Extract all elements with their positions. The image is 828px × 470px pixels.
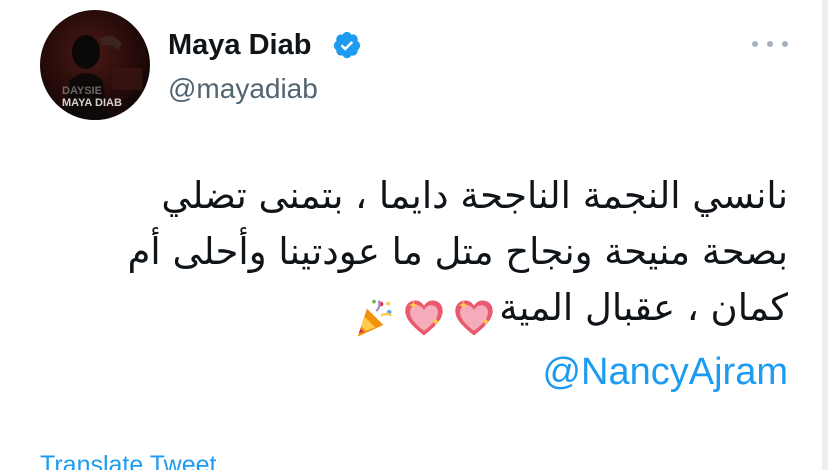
- avatar-watermark: DAYSIE: [62, 85, 102, 97]
- sparkling-heart-icon: [405, 300, 443, 335]
- author-display-name[interactable]: Maya Diab: [168, 27, 311, 63]
- party-popper-icon: [357, 299, 393, 337]
- avatar-caption: MAYA DIAB: [62, 97, 122, 109]
- emoji-group: [349, 288, 499, 344]
- tweet-text: نانسي النجمة الناجحة دايما ، بتمنى تضلي …: [28, 168, 788, 398]
- tweet-line: بصحة منيحة ونجاح متل ما عودتينا وأحلى أم: [127, 230, 788, 273]
- tweet-line: كمان ، عقبال المية: [499, 286, 788, 329]
- tweet-line: نانسي النجمة الناجحة دايما ، بتمنى تضلي: [161, 174, 788, 217]
- more-dot: [767, 41, 773, 47]
- tweet-line-with-emojis: كمان ، عقبال المية: [28, 280, 788, 344]
- sparkling-heart-icon: [455, 300, 493, 335]
- translate-tweet-link[interactable]: Translate Tweet: [40, 450, 216, 470]
- mention-link[interactable]: @NancyAjram: [28, 346, 788, 398]
- verified-badge-icon: [332, 30, 362, 60]
- avatar-image: DAYSIE MAYA DIAB: [62, 35, 142, 120]
- more-dot: [752, 41, 758, 47]
- window-edge: [822, 0, 828, 470]
- avatar[interactable]: DAYSIE MAYA DIAB: [40, 10, 150, 120]
- author-handle[interactable]: @mayadiab: [168, 72, 318, 106]
- more-dot: [782, 41, 788, 47]
- more-options-icon[interactable]: [752, 32, 788, 56]
